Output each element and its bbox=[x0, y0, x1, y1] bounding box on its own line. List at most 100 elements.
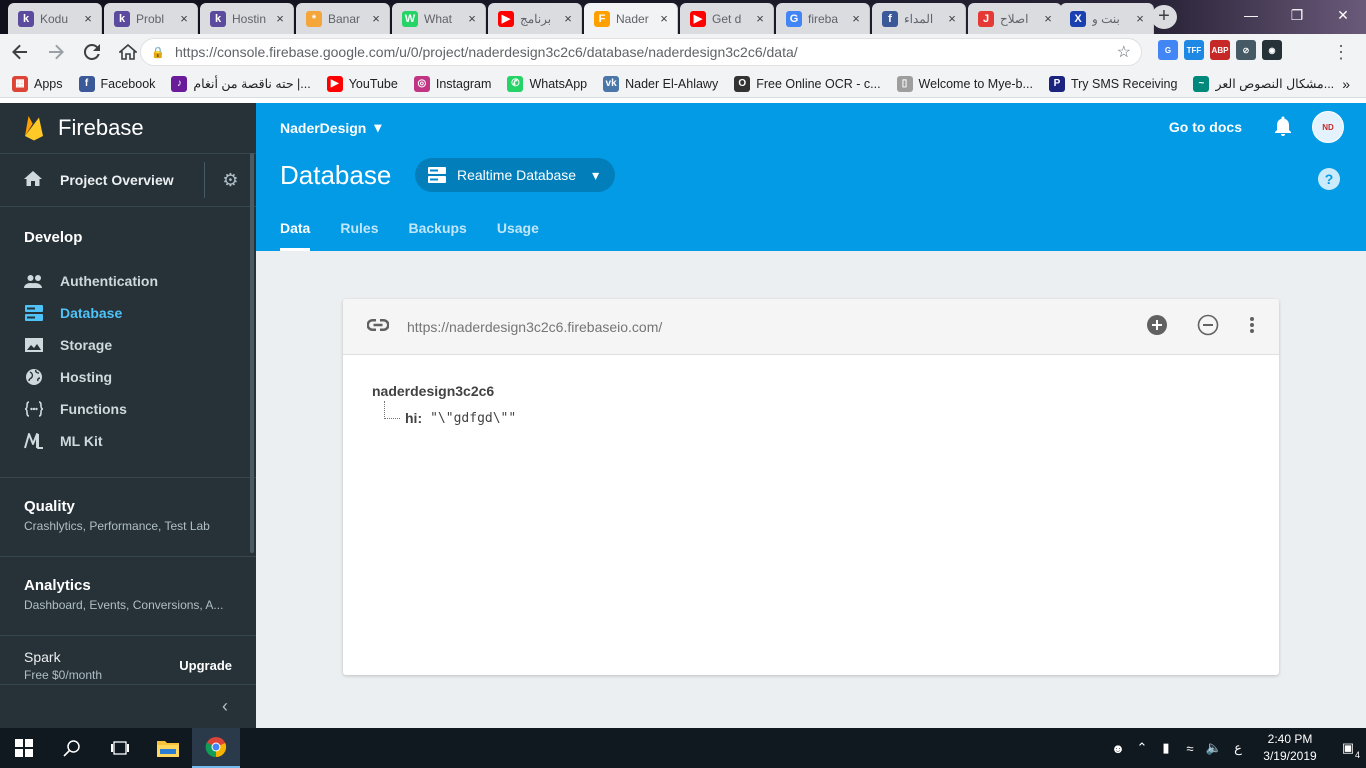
chevron-up-icon[interactable]: ⌃ bbox=[1130, 728, 1154, 768]
bookmark-item[interactable]: ▦ Apps bbox=[12, 75, 63, 92]
quality-group[interactable]: Quality Crashlytics, Performance, Test L… bbox=[0, 477, 256, 556]
bookmarks-overflow-icon[interactable]: » bbox=[1342, 76, 1350, 92]
system-tray: ☻ ⌃ ▮ ≈ 🔈 ع 2:40 PM 3/19/2019 ▣ 4 bbox=[1106, 728, 1366, 768]
vpn-extension-icon[interactable]: ◉ bbox=[1262, 40, 1282, 60]
collapse-node-icon[interactable] bbox=[1197, 314, 1219, 339]
add-node-icon[interactable] bbox=[1147, 315, 1167, 338]
translate-extension-icon[interactable]: G bbox=[1158, 40, 1178, 60]
more-vert-icon[interactable] bbox=[1249, 316, 1255, 337]
bookmark-item[interactable]: ▶ YouTube bbox=[326, 75, 398, 92]
input-language[interactable]: ع bbox=[1226, 728, 1250, 768]
close-tab-icon[interactable]: × bbox=[81, 11, 95, 26]
tab-data[interactable]: Data bbox=[280, 213, 311, 251]
file-explorer-icon[interactable] bbox=[144, 728, 192, 768]
close-tab-icon[interactable]: × bbox=[465, 11, 479, 26]
close-tab-icon[interactable]: × bbox=[1041, 11, 1055, 26]
block-extension-icon[interactable]: ⊘ bbox=[1236, 40, 1256, 60]
project-selector[interactable]: NaderDesign ▾ bbox=[280, 119, 381, 136]
windows-start-icon[interactable] bbox=[0, 728, 48, 768]
tab-rules[interactable]: Rules bbox=[340, 213, 378, 251]
close-window-icon[interactable]: ✕ bbox=[1320, 0, 1366, 30]
sidebar-item-ml-kit[interactable]: ML Kit bbox=[0, 425, 256, 457]
bookmark-favicon-icon: vk bbox=[603, 75, 620, 92]
sidebar-scrollbar[interactable] bbox=[250, 153, 254, 553]
search-icon[interactable] bbox=[48, 728, 96, 768]
adblock-extension-icon[interactable]: ABP bbox=[1210, 40, 1230, 60]
close-tab-icon[interactable]: × bbox=[561, 11, 575, 26]
bookmark-item[interactable]: ◎ Instagram bbox=[413, 75, 491, 92]
chrome-taskbar-icon[interactable] bbox=[192, 728, 240, 768]
browser-menu-icon[interactable]: ⋮ bbox=[1332, 42, 1350, 63]
bookmark-item[interactable]: ~ مشكال النصوص العر... bbox=[1193, 75, 1334, 92]
browser-tab[interactable]: Gfireba × bbox=[776, 3, 870, 34]
sidebar-item-database[interactable]: Database bbox=[0, 297, 256, 329]
link-icon[interactable] bbox=[366, 319, 390, 334]
browser-tab[interactable]: ▶ Get d × bbox=[680, 3, 774, 34]
go-to-docs-link[interactable]: Go to docs bbox=[1169, 119, 1242, 135]
browser-tab[interactable]: f المداء × bbox=[872, 3, 966, 34]
people-icon[interactable]: ☻ bbox=[1106, 728, 1130, 768]
forward-button[interactable] bbox=[40, 38, 72, 66]
sidebar-item-functions[interactable]: Functions bbox=[0, 393, 256, 425]
close-tab-icon[interactable]: × bbox=[369, 11, 383, 26]
home-icon bbox=[119, 44, 137, 60]
upgrade-button[interactable]: Upgrade bbox=[179, 658, 232, 673]
minimize-icon[interactable]: — bbox=[1228, 0, 1274, 30]
close-tab-icon[interactable]: × bbox=[657, 11, 671, 26]
browser-tab[interactable]: ▶ برنامج × bbox=[488, 3, 582, 34]
bookmark-item[interactable]: ▯ Welcome to Mye-b... bbox=[896, 75, 1033, 92]
close-tab-icon[interactable]: × bbox=[177, 11, 191, 26]
close-tab-icon[interactable]: × bbox=[753, 11, 767, 26]
task-view-icon[interactable] bbox=[96, 728, 144, 768]
bookmark-item[interactable]: ♪ حته ناقصة من أنغام |... bbox=[171, 75, 311, 92]
browser-tab[interactable]: W What × bbox=[392, 3, 486, 34]
settings-gear-icon[interactable]: ⚙ bbox=[204, 162, 256, 198]
sidebar-item-authentication[interactable]: Authentication bbox=[0, 265, 256, 297]
sidebar-item-storage[interactable]: Storage bbox=[0, 329, 256, 361]
analytics-group[interactable]: Analytics Dashboard, Events, Conversions… bbox=[0, 556, 256, 635]
wifi-icon[interactable]: ≈ bbox=[1178, 728, 1202, 768]
avatar[interactable]: ND bbox=[1312, 111, 1344, 143]
tab-usage[interactable]: Usage bbox=[497, 213, 539, 251]
battery-icon[interactable]: ▮ bbox=[1154, 728, 1178, 768]
bookmark-item[interactable]: f Facebook bbox=[78, 75, 155, 92]
browser-tab[interactable]: * Banar × bbox=[296, 3, 390, 34]
database-type-selector[interactable]: Realtime Database ▾ bbox=[415, 158, 615, 192]
bookmark-item[interactable]: ✆ WhatsApp bbox=[507, 75, 587, 92]
restore-icon[interactable]: ❐ bbox=[1274, 0, 1320, 30]
database-type-label: Realtime Database bbox=[457, 167, 577, 183]
bookmark-item[interactable]: P Try SMS Receiving bbox=[1048, 75, 1177, 92]
bookmark-item[interactable]: vk Nader El-Ahlawy bbox=[603, 75, 718, 92]
new-tab-button[interactable]: + bbox=[1151, 5, 1177, 29]
bookmark-star-icon[interactable]: ☆ bbox=[1117, 42, 1131, 62]
clock[interactable]: 2:40 PM 3/19/2019 bbox=[1250, 731, 1330, 765]
help-icon[interactable]: ? bbox=[1318, 168, 1340, 190]
browser-tab[interactable]: k Probl × bbox=[104, 3, 198, 34]
address-bar[interactable]: 🔒 https://console.firebase.google.com/u/… bbox=[140, 38, 1142, 66]
tff-extension-icon[interactable]: TFF bbox=[1184, 40, 1204, 60]
tab-backups[interactable]: Backups bbox=[408, 213, 466, 251]
close-tab-icon[interactable]: × bbox=[945, 11, 959, 26]
volume-icon[interactable]: 🔈 bbox=[1202, 728, 1226, 768]
collapse-sidebar-button[interactable]: ‹ bbox=[0, 684, 256, 728]
browser-tab[interactable]: k Hostin × bbox=[200, 3, 294, 34]
reload-button[interactable] bbox=[76, 38, 108, 66]
back-button[interactable] bbox=[4, 38, 36, 66]
database-root-node[interactable]: naderdesign3c2c6 bbox=[372, 383, 1279, 399]
bookmark-item[interactable]: O Free Online OCR - c... bbox=[734, 75, 881, 92]
browser-tab[interactable]: F Nader × bbox=[584, 3, 678, 34]
close-tab-icon[interactable]: × bbox=[1133, 11, 1147, 26]
database-child-node[interactable]: hi: "\"gdfgd\"" bbox=[384, 401, 1279, 427]
close-tab-icon[interactable]: × bbox=[273, 11, 287, 26]
project-overview[interactable]: Project Overview ⚙ bbox=[0, 153, 256, 207]
database-icon bbox=[428, 167, 446, 183]
browser-tab[interactable]: J اصلاح × bbox=[968, 3, 1062, 34]
node-value[interactable]: "\"gdfgd\"" bbox=[430, 411, 516, 426]
firebase-brand[interactable]: Firebase bbox=[0, 103, 256, 153]
action-center-icon[interactable]: ▣ 4 bbox=[1330, 728, 1366, 768]
notifications-bell-icon[interactable] bbox=[1274, 116, 1292, 139]
browser-tab[interactable]: X بنت و × bbox=[1060, 3, 1154, 34]
sidebar-item-hosting[interactable]: Hosting bbox=[0, 361, 256, 393]
browser-tab[interactable]: k Kodu × bbox=[8, 3, 102, 34]
close-tab-icon[interactable]: × bbox=[849, 11, 863, 26]
